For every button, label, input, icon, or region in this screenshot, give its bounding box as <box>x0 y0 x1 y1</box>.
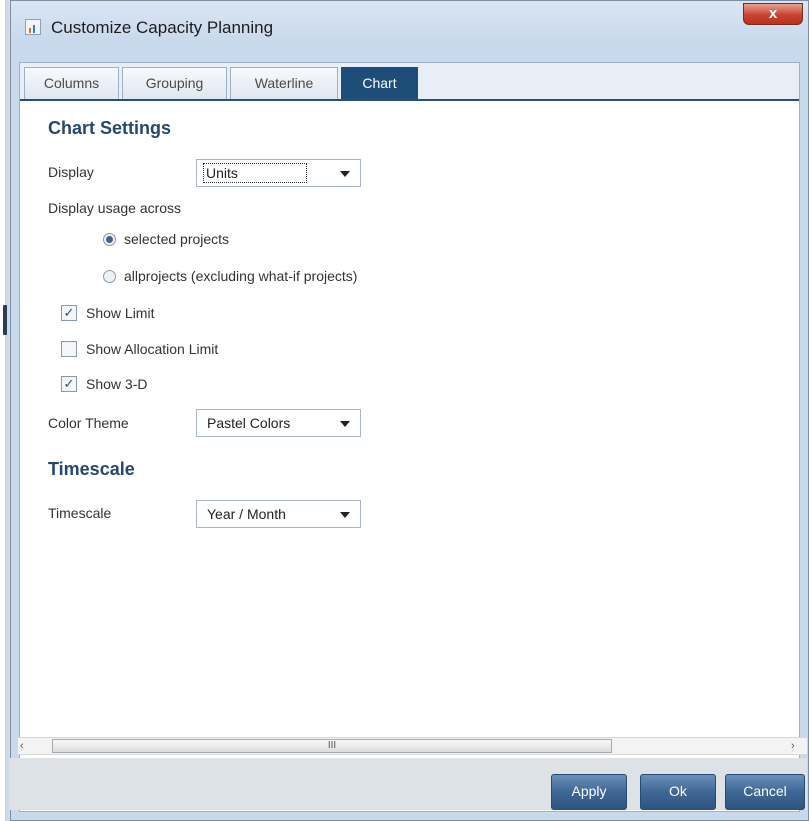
all-projects-radio[interactable] <box>103 270 116 283</box>
cancel-button[interactable]: Cancel <box>725 774 805 810</box>
timescale-heading: Timescale <box>48 459 135 479</box>
chart-settings-heading: Chart Settings <box>48 118 172 138</box>
customize-capacity-planning-dialog: Customize Capacity Planning x Columns Gr… <box>10 0 809 821</box>
tab-grouping[interactable]: Grouping <box>122 67 227 99</box>
color-theme-select[interactable]: Pastel Colors <box>196 409 361 437</box>
close-button[interactable]: x <box>743 3 803 25</box>
show-limit-label[interactable]: Show Limit <box>86 305 154 321</box>
button-bar: Apply Ok Cancel <box>10 758 807 810</box>
window-title: Customize Capacity Planning <box>51 18 274 37</box>
display-select-value: Units <box>203 163 307 183</box>
tab-chart[interactable]: Chart <box>341 67 418 99</box>
show-allocation-limit-label[interactable]: Show Allocation Limit <box>86 341 218 357</box>
display-select[interactable]: Units <box>196 159 361 187</box>
title-bar[interactable]: Customize Capacity Planning x <box>11 1 808 53</box>
color-theme-select-value: Pastel Colors <box>207 415 291 431</box>
chevron-down-icon <box>340 421 350 427</box>
color-theme-label: Color Theme <box>48 415 129 431</box>
chevron-down-icon <box>340 512 350 518</box>
selected-projects-label[interactable]: selected projects <box>124 231 229 247</box>
background-window-edge <box>0 0 10 821</box>
scroll-right-icon[interactable]: › <box>791 738 795 754</box>
timescale-label: Timescale <box>48 505 112 521</box>
all-projects-label[interactable]: allprojects (excluding what-if projects) <box>124 268 357 284</box>
edge-marker <box>3 305 7 335</box>
show-limit-checkbox[interactable]: ✓ <box>61 305 77 321</box>
selected-projects-radio[interactable] <box>103 233 116 246</box>
apply-button[interactable]: Apply <box>551 774 627 810</box>
timescale-select-value: Year / Month <box>207 506 286 522</box>
horizontal-scrollbar[interactable]: ‹ III › <box>18 737 807 755</box>
scroll-left-icon[interactable]: ‹ <box>20 738 24 754</box>
show-3d-checkbox[interactable]: ✓ <box>61 376 77 392</box>
chevron-down-icon <box>340 171 350 177</box>
show-3d-label[interactable]: Show 3-D <box>86 376 147 392</box>
display-label: Display <box>48 164 94 180</box>
ok-button[interactable]: Ok <box>640 774 716 810</box>
show-allocation-limit-checkbox[interactable] <box>61 341 77 357</box>
tab-strip: Columns Grouping Waterline Chart <box>20 63 799 101</box>
tab-waterline[interactable]: Waterline <box>230 67 338 99</box>
dialog-content: Columns Grouping Waterline Chart Chart S… <box>19 62 800 812</box>
display-usage-label: Display usage across <box>48 200 182 216</box>
timescale-select[interactable]: Year / Month <box>196 500 361 528</box>
scroll-thumb[interactable]: III <box>52 739 612 753</box>
app-icon <box>25 19 41 35</box>
tab-columns[interactable]: Columns <box>24 67 119 99</box>
